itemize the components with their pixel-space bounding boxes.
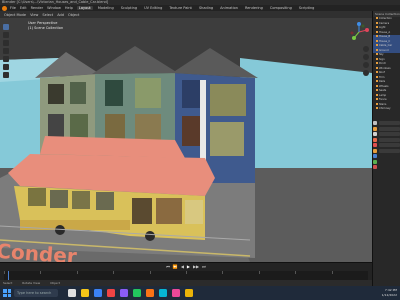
output-tab-icon[interactable] <box>373 132 377 136</box>
viewport-header: Object Mode View Select Add Object <box>0 11 372 18</box>
render-tab-icon[interactable] <box>373 126 377 131</box>
right-panels: Scene Collection Collection Camera Light Ho… <box>372 11 400 286</box>
taskbar-app-icon[interactable] <box>68 289 76 297</box>
windows-taskbar: Type here to search 7:42 PM 1/12/2022 <box>0 286 400 300</box>
tab-compositing[interactable]: Compositing <box>268 6 294 10</box>
playback-controls: ⏮ ⏪ ◀ ▶ ▶▶ ⏭ <box>0 263 372 270</box>
collection-label: (1) Scene Collection <box>28 25 64 30</box>
menu-file[interactable]: File <box>10 6 16 10</box>
play-button[interactable]: ▶ <box>187 264 190 269</box>
transform-icon[interactable] <box>3 56 9 62</box>
jump-start-button[interactable]: ⏮ <box>166 264 170 269</box>
camera-icon[interactable] <box>363 62 369 68</box>
view-menu[interactable]: View <box>30 13 38 17</box>
play-reverse-button[interactable]: ◀ <box>181 264 184 269</box>
property-row[interactable] <box>379 121 400 125</box>
taskbar-app-icon[interactable] <box>120 289 128 297</box>
data-tab-icon[interactable] <box>373 159 377 164</box>
add-menu[interactable]: Add <box>57 13 64 17</box>
perspective-icon[interactable] <box>363 70 369 76</box>
menu-window[interactable]: Window <box>47 6 61 10</box>
pan-icon[interactable] <box>363 54 369 60</box>
object-tab-icon[interactable] <box>373 148 377 153</box>
property-row[interactable] <box>379 143 400 147</box>
menu-render[interactable]: Render <box>31 6 43 10</box>
material-tab-icon[interactable] <box>373 165 377 169</box>
taskbar-app-icon[interactable] <box>81 289 89 297</box>
menu-help[interactable]: Help <box>65 6 73 10</box>
property-row[interactable] <box>379 132 400 136</box>
taskbar-app-icon[interactable] <box>185 289 193 297</box>
playhead[interactable] <box>7 271 9 280</box>
tab-shading[interactable]: Shading <box>197 6 215 10</box>
select-menu[interactable]: Select <box>42 13 53 17</box>
property-row[interactable] <box>379 148 400 153</box>
viewport-overlay-text: User Perspective (1) Scene Collection <box>28 21 63 30</box>
outliner-item[interactable]: Chimney <box>373 107 400 112</box>
timeline-panel: ⏮ ⏪ ◀ ▶ ▶▶ ⏭ <box>0 262 372 280</box>
zoom-icon[interactable] <box>363 46 369 52</box>
viewport-nav-buttons <box>363 46 369 76</box>
properties-panel <box>379 121 400 154</box>
navigation-gizmo-icon[interactable] <box>348 21 370 43</box>
taskbar-app-icon[interactable] <box>107 289 115 297</box>
tab-uv-editing[interactable]: UV Editing <box>142 6 164 10</box>
taskbar-app-icon[interactable] <box>159 289 167 297</box>
property-row[interactable] <box>379 137 400 142</box>
tab-sculpting[interactable]: Sculpting <box>119 6 139 10</box>
scene-tab-icon[interactable] <box>373 137 377 142</box>
tab-texture-paint[interactable]: Texture Paint <box>167 6 194 10</box>
mode-selector[interactable]: Object Mode <box>4 13 26 17</box>
start-button[interactable] <box>3 289 11 297</box>
tab-scripting[interactable]: Scripting <box>297 6 317 10</box>
taskbar-apps <box>68 289 193 297</box>
taskbar-app-icon[interactable] <box>94 289 102 297</box>
system-tray: 7:42 PM 1/12/2022 <box>382 288 397 297</box>
blender-window: Blender [C:\Users\...\Victorian_Houses_a… <box>0 0 400 300</box>
tab-layout[interactable]: Layout <box>76 6 93 10</box>
object-menu[interactable]: Object <box>68 13 79 17</box>
cursor-icon[interactable] <box>3 24 9 30</box>
menu-edit[interactable]: Edit <box>20 6 27 10</box>
properties-tabs <box>373 121 378 169</box>
taskbar-app-icon[interactable] <box>133 289 141 297</box>
scale-icon[interactable] <box>3 48 9 54</box>
prev-keyframe-button[interactable]: ⏪ <box>173 264 178 269</box>
rotate-icon[interactable] <box>3 40 9 46</box>
toolbar <box>3 24 9 78</box>
scene-render[interactable]: Conder <box>0 18 372 262</box>
tab-animation[interactable]: Animation <box>218 6 240 10</box>
property-row[interactable] <box>379 126 400 131</box>
move-icon[interactable] <box>3 32 9 38</box>
tab-modeling[interactable]: Modeling <box>96 6 116 10</box>
tool-tab-icon[interactable] <box>373 121 377 125</box>
taskbar-app-icon[interactable] <box>146 289 154 297</box>
modifier-tab-icon[interactable] <box>373 154 377 158</box>
outliner-list: Collection Camera Light House_A House_B House… <box>373 17 400 112</box>
taskbar-search[interactable]: Type here to search <box>14 289 58 297</box>
3d-viewport[interactable]: Conder User Perspective (1) Scene Collec… <box>0 18 372 262</box>
blender-logo-icon[interactable] <box>2 5 7 11</box>
world-tab-icon[interactable] <box>373 143 377 147</box>
taskbar-app-icon[interactable] <box>172 289 180 297</box>
tab-rendering[interactable]: Rendering <box>243 6 265 10</box>
annotate-icon[interactable] <box>3 64 9 70</box>
jump-end-button[interactable]: ⏭ <box>202 264 206 269</box>
tray-date[interactable]: 1/12/2022 <box>382 293 397 298</box>
next-keyframe-button[interactable]: ▶▶ <box>193 264 199 269</box>
measure-icon[interactable] <box>3 72 9 78</box>
timeline-ruler[interactable] <box>4 271 368 280</box>
